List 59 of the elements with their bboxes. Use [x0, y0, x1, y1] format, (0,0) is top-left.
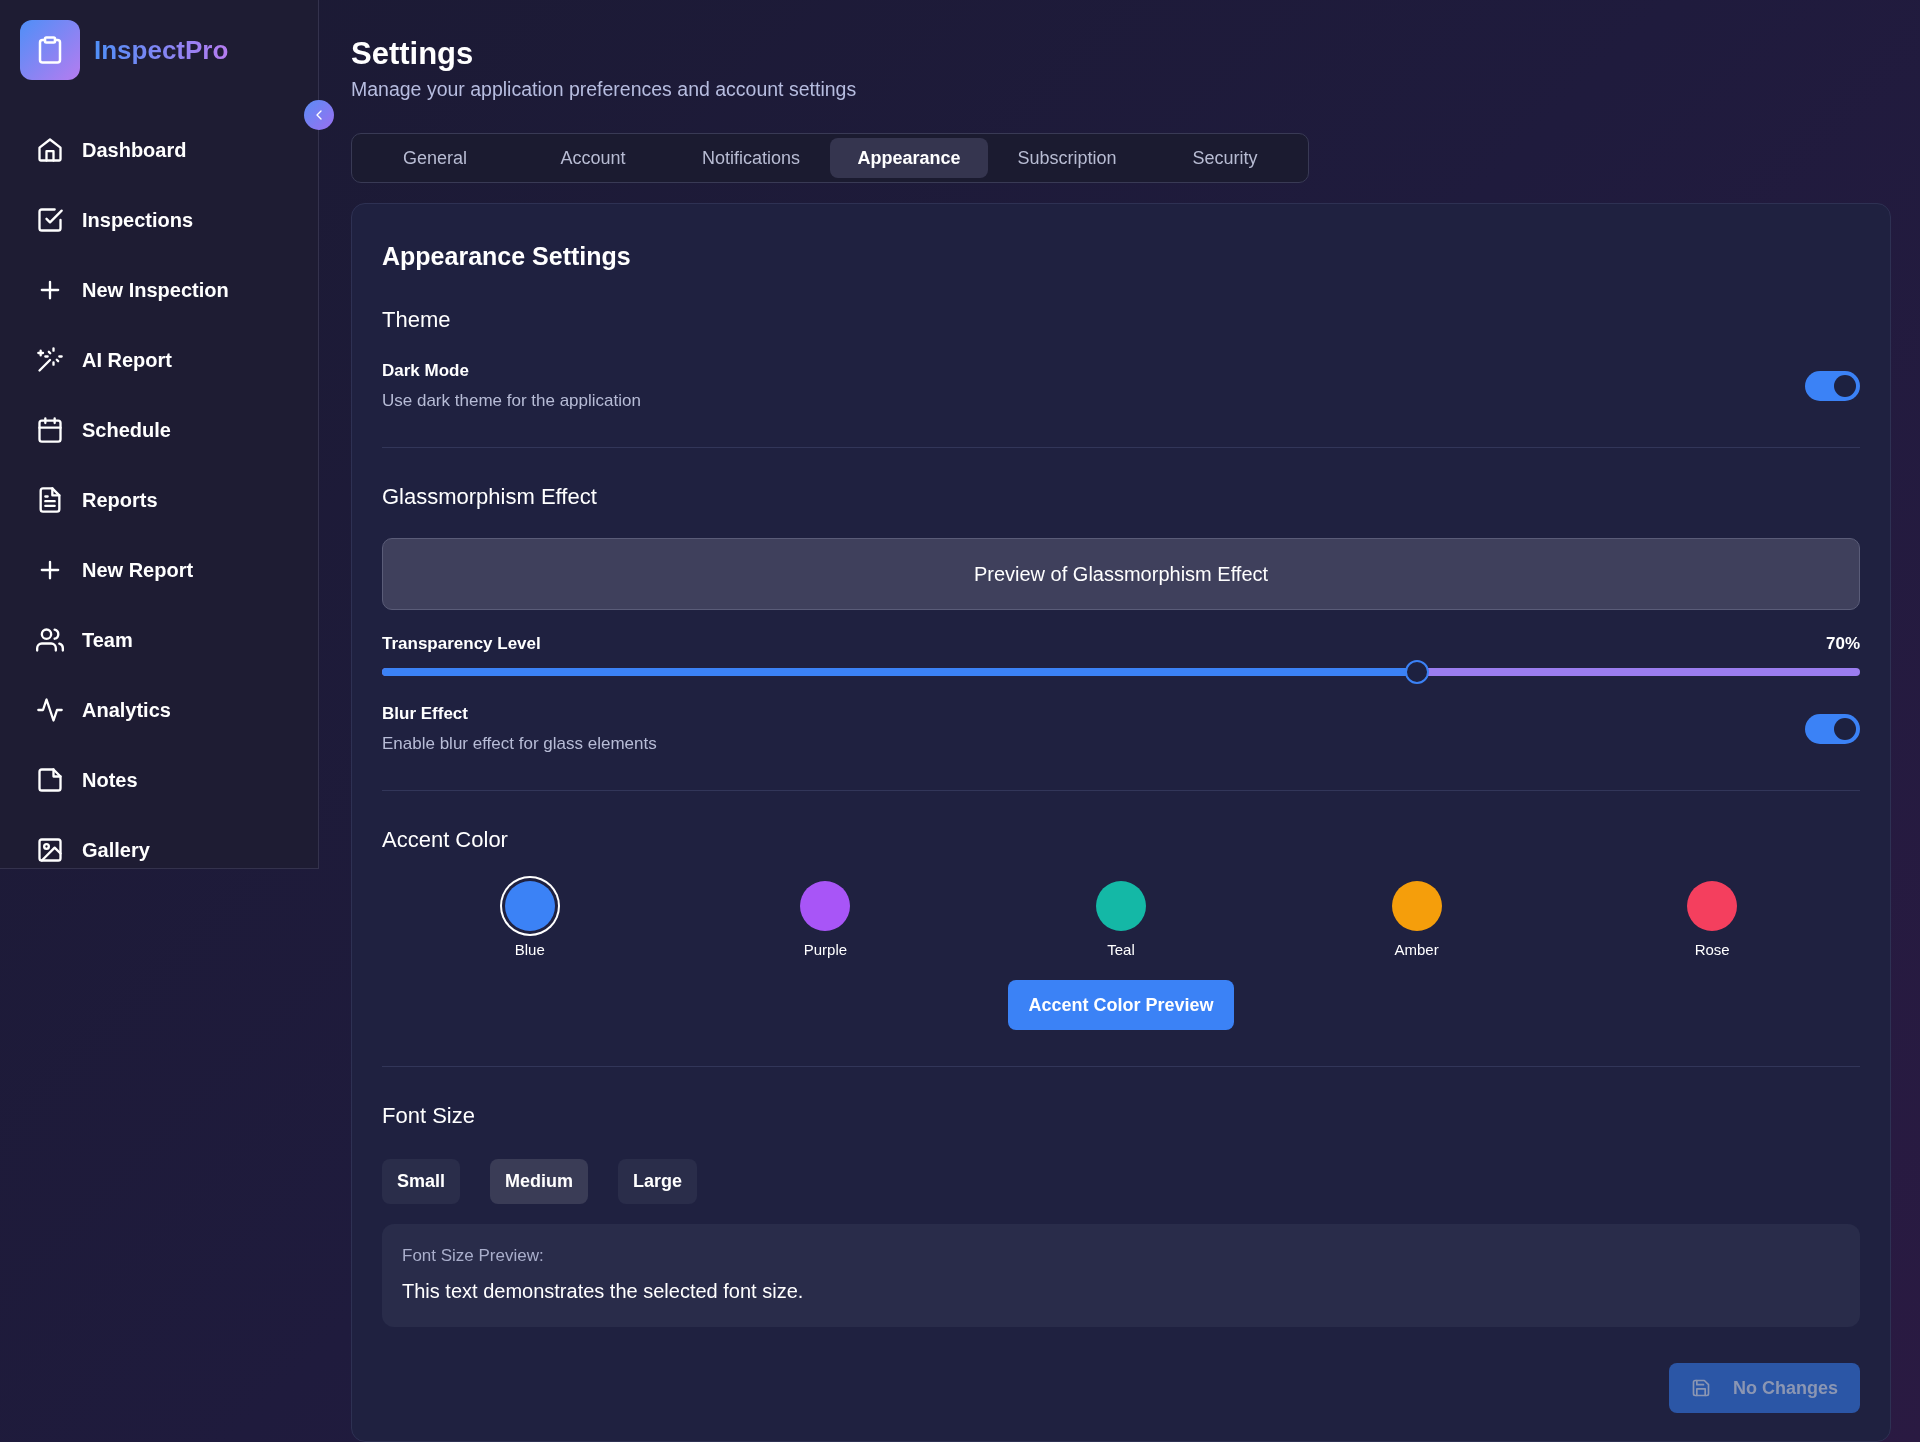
font-size-option[interactable]: Medium	[490, 1159, 589, 1204]
font-size-option[interactable]: Large	[618, 1159, 698, 1204]
settings-tab[interactable]: Notifications	[672, 138, 830, 178]
collapse-button[interactable]	[304, 100, 334, 130]
setting-label: Blur Effect	[382, 704, 469, 724]
preview-caption: Font Size Preview:	[402, 1246, 545, 1266]
color-swatch[interactable]	[1391, 881, 1442, 931]
swatch-label: Rose	[1694, 941, 1730, 958]
preview-text: This text demonstrates the selected font size.	[402, 1280, 805, 1303]
page-subtitle: Manage your application preferences and account settings	[351, 78, 858, 101]
section-heading: Glassmorphism Effect	[382, 484, 598, 510]
font-size-option[interactable]: Small	[382, 1159, 461, 1204]
checkbox-icon	[36, 206, 64, 234]
setting-description: Enable blur effect for glass elements	[382, 734, 657, 754]
settings-tab[interactable]: Security	[1146, 138, 1304, 178]
slider-thumb[interactable]	[1404, 660, 1429, 684]
color-swatch[interactable]	[1687, 881, 1738, 931]
slider-value: 70%	[1825, 634, 1860, 654]
swatch-label: Amber	[1394, 941, 1439, 958]
magic-wand-icon	[36, 346, 64, 374]
sidebar-item[interactable]: Gallery	[36, 815, 318, 885]
calendar-icon	[36, 416, 64, 444]
swatch-label: Blue	[514, 941, 545, 958]
color-swatch[interactable]	[1096, 881, 1146, 931]
section-heading: Theme	[382, 307, 452, 333]
sidebar-item[interactable]: Inspections	[36, 185, 318, 255]
sidebar-item[interactable]: New Report	[36, 535, 318, 605]
sidebar-item[interactable]: AI Report	[36, 325, 318, 395]
users-icon	[36, 626, 64, 654]
sidebar-item[interactable]: Reports	[36, 465, 318, 535]
toggle-switch[interactable]	[1805, 371, 1860, 401]
section-heading: Font Size	[382, 1103, 476, 1129]
swatch-label: Teal	[1107, 941, 1135, 958]
sidebar-item[interactable]: Analytics	[36, 675, 318, 745]
sidebar-item[interactable]: Schedule	[36, 395, 318, 465]
section-heading: Accent Color	[382, 827, 509, 853]
sidebar-item[interactable]: Team	[36, 605, 318, 675]
accent-preview-button[interactable]: Accent Color Preview	[1008, 980, 1234, 1030]
color-swatch[interactable]	[800, 881, 851, 931]
card-title: Appearance Settings	[382, 242, 632, 271]
note-icon	[36, 766, 64, 794]
slider-track[interactable]	[382, 660, 1860, 684]
pulse-icon	[36, 696, 64, 724]
sidebar-item[interactable]: Dashboard	[36, 115, 318, 185]
settings-tab[interactable]: Account	[514, 138, 672, 178]
image-icon	[36, 836, 64, 864]
settings-tab[interactable]: Subscription	[988, 138, 1146, 178]
settings-tab[interactable]: Appearance	[830, 138, 988, 178]
slider-label: Transparency Level	[382, 634, 541, 654]
sidebar-item[interactable]: New Inspection	[36, 255, 318, 325]
home-icon	[36, 136, 64, 164]
settings-tab[interactable]: General	[356, 138, 514, 178]
glass-preview-panel: Preview of Glassmorphism Effect	[382, 538, 1860, 610]
toggle-switch[interactable]	[1805, 714, 1860, 744]
setting-description: Use dark theme for the application	[382, 391, 641, 411]
swatch-label: Purple	[803, 941, 848, 958]
page-title: Settings	[351, 36, 475, 72]
sidebar-item[interactable]: Notes	[36, 745, 318, 815]
setting-label: Dark Mode	[382, 361, 470, 381]
